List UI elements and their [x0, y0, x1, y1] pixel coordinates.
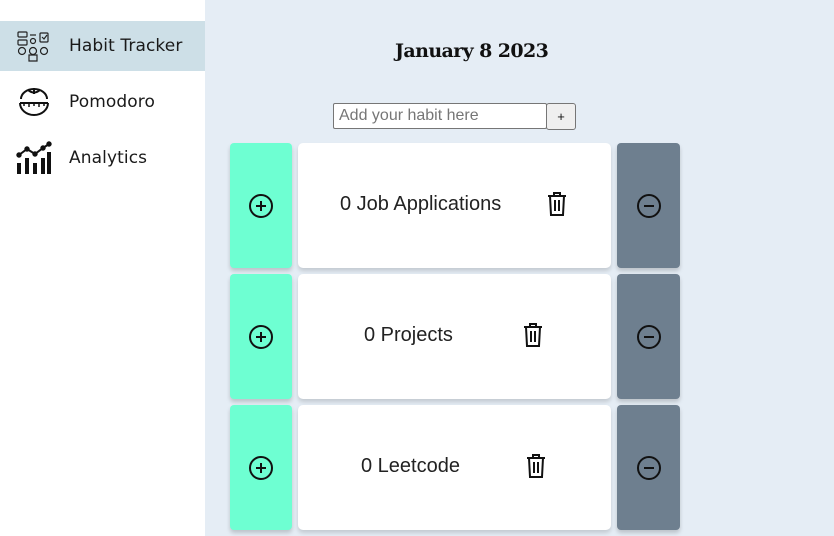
trash-icon[interactable]	[522, 322, 544, 348]
habit-label: 0 Leetcode	[361, 455, 460, 477]
sidebar-item-habit-tracker[interactable]: Habit Tracker	[0, 21, 205, 71]
plus-circle-icon	[249, 324, 273, 349]
increment-button[interactable]	[230, 405, 292, 530]
habit-row: 0 Job Applications	[230, 143, 680, 268]
plus-circle-icon	[249, 455, 273, 480]
analytics-chart-icon	[16, 141, 52, 175]
habit-label: 0 Projects	[364, 324, 453, 346]
minus-circle-icon	[636, 455, 661, 480]
habit-card: 0 Leetcode	[298, 405, 611, 530]
sidebar-item-pomodoro[interactable]: Pomodoro	[0, 77, 205, 127]
trash-icon[interactable]	[525, 453, 547, 479]
add-habit-button[interactable]: +	[546, 103, 576, 130]
decrement-button[interactable]	[617, 143, 680, 268]
plus-circle-icon	[249, 193, 273, 218]
habit-row: 0 Leetcode	[230, 405, 680, 530]
page-title-date: January 8 2023	[395, 40, 549, 62]
sidebar-item-label: Habit Tracker	[69, 36, 183, 56]
sidebar: Habit Tracker Pomodoro Analytics	[0, 0, 205, 536]
trash-icon[interactable]	[546, 191, 568, 217]
habit-label: 0 Job Applications	[340, 193, 502, 215]
habit-tracker-icon	[16, 29, 52, 63]
sidebar-item-analytics[interactable]: Analytics	[0, 133, 205, 183]
minus-circle-icon	[636, 193, 661, 218]
decrement-button[interactable]	[617, 405, 680, 530]
minus-circle-icon	[636, 324, 661, 349]
sidebar-item-label: Analytics	[69, 148, 148, 168]
sidebar-item-label: Pomodoro	[69, 92, 156, 112]
habit-card: 0 Projects	[298, 274, 611, 399]
habit-card: 0 Job Applications	[298, 143, 611, 268]
habit-row: 0 Projects	[230, 274, 680, 399]
tomato-timer-icon	[16, 85, 52, 119]
increment-button[interactable]	[230, 274, 292, 399]
habit-input[interactable]	[333, 103, 547, 129]
decrement-button[interactable]	[617, 274, 680, 399]
increment-button[interactable]	[230, 143, 292, 268]
